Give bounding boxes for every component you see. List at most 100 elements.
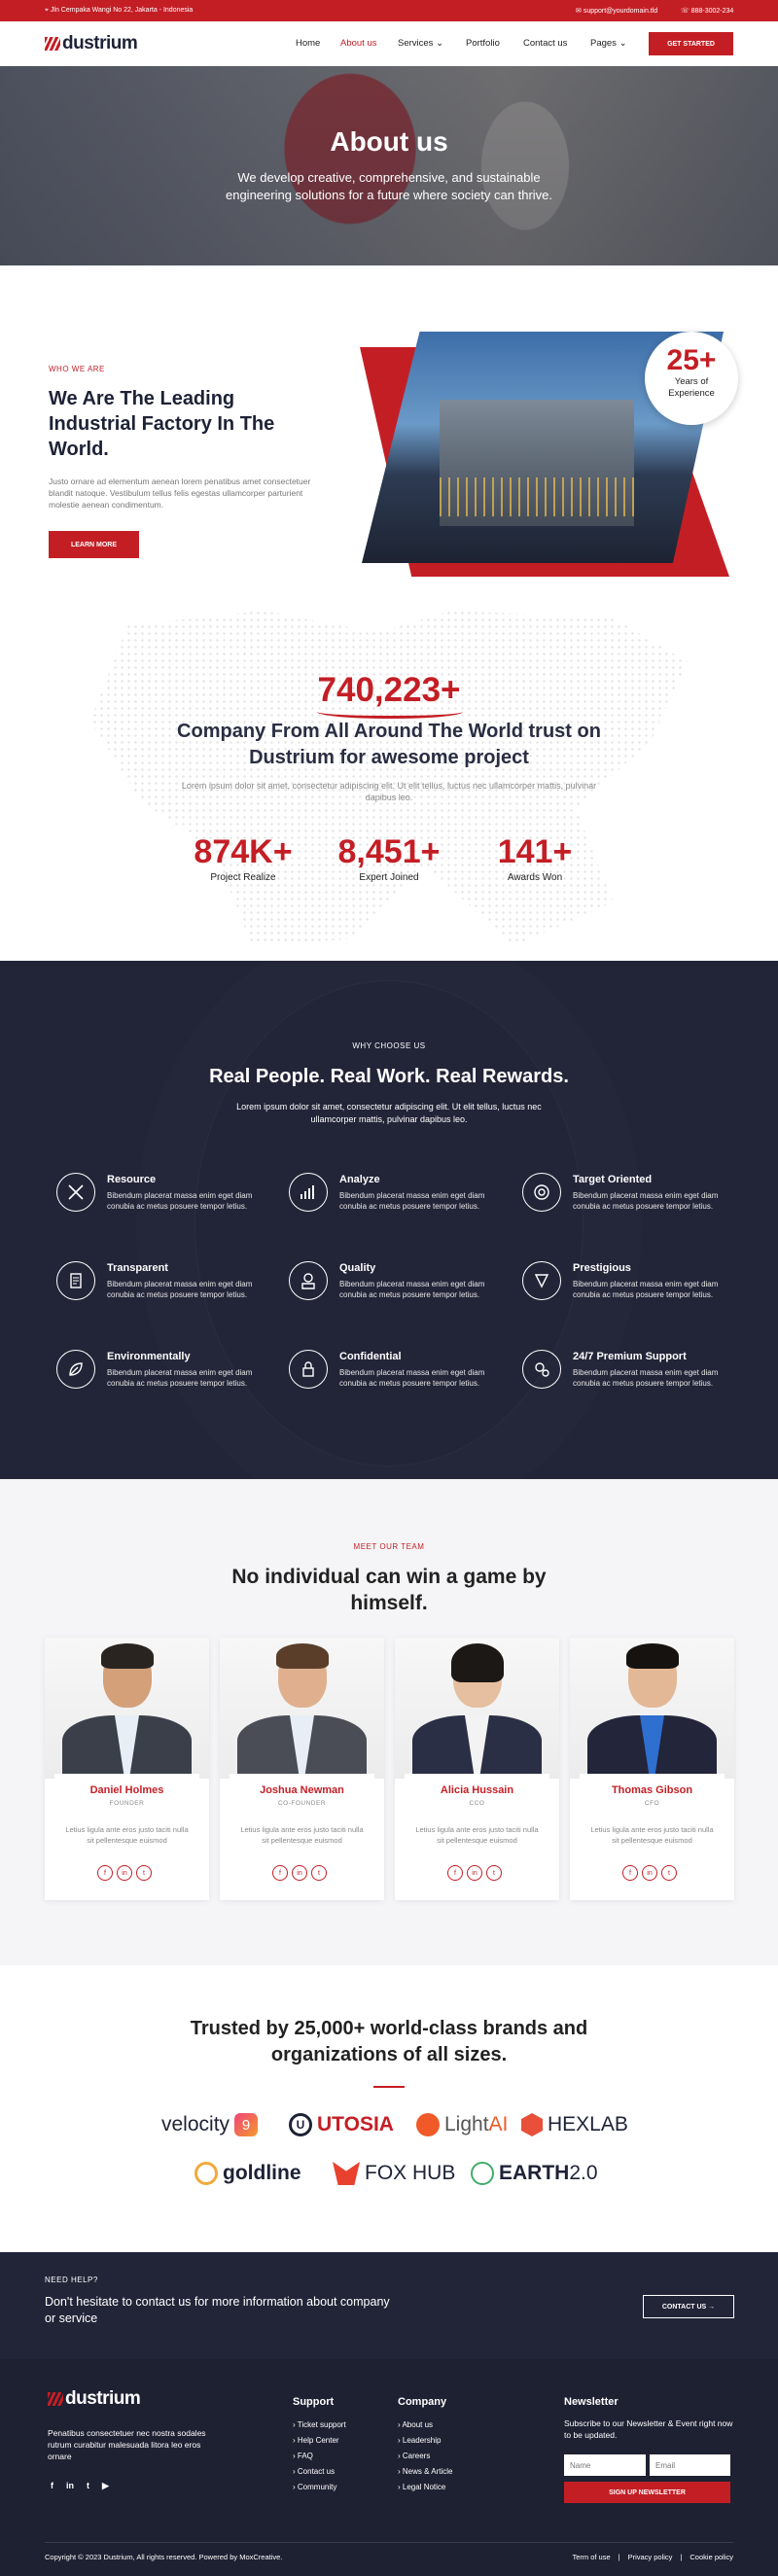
leaf-icon [56,1350,95,1389]
stat-experts: 8,451+ Expert Joined [337,833,441,883]
hero-subtitle: We develop creative, comprehensive, and … [225,170,553,202]
brands-title: Trusted by 25,000+ world-class brands an… [190,2018,588,2065]
member-name[interactable]: Joshua Newman [230,1784,374,1796]
world-map-dots [89,611,689,946]
linkedin-icon[interactable]: in [117,1865,132,1881]
nav-about[interactable]: About us [340,38,377,49]
newsletter-signup-button[interactable]: SIGN UP NEWSLETTER [564,2482,730,2503]
youtube-icon[interactable]: ▶ [102,2481,109,2491]
target-icon [522,1173,561,1212]
help-eyebrow: NEED HELP? [45,2276,98,2284]
get-started-button[interactable]: GET STARTED [649,32,733,55]
footer-link[interactable]: Help Center [293,2433,346,2449]
cookie-link[interactable]: Cookie policy [690,2553,733,2561]
footer-link[interactable]: News & Article [398,2464,453,2480]
team-photo [220,1638,384,1779]
separator: | [680,2553,683,2561]
footer-logo[interactable]: dustrium [48,2388,141,2410]
brand-logo-foxhub: FOX HUB [333,2162,455,2185]
brand-logo-lightai: LightAI [416,2113,508,2136]
learn-more-button[interactable]: LEARN MORE [49,531,139,558]
newsletter-email-input[interactable] [650,2454,730,2476]
facebook-icon[interactable]: f [447,1865,463,1881]
facebook-icon[interactable]: f [51,2481,53,2491]
newsletter-name-input[interactable] [564,2454,646,2476]
utosia-mark-icon: U [289,2113,312,2136]
facebook-icon[interactable]: f [622,1865,638,1881]
brands-section: Trusted by 25,000+ world-class brands an… [0,1965,778,2252]
twitter-icon[interactable]: t [486,1865,502,1881]
twitter-icon[interactable]: t [661,1865,677,1881]
footer-link[interactable]: Contact us [293,2464,346,2480]
about-body: Justo ornare ad elementum aenean lorem p… [49,476,311,510]
nav-services[interactable]: Services ⌄ [398,38,443,49]
facebook-icon[interactable]: f [97,1865,113,1881]
team-card: Joshua Newman CO-FOUNDER Letius ligula a… [220,1638,384,1900]
member-name[interactable]: Alicia Hussain [405,1784,549,1796]
feature-resource: Resource Bibendum placerat massa enim eg… [56,1173,261,1241]
nav-portfolio[interactable]: Portfolio [466,38,500,49]
footer-link[interactable]: Community [293,2480,346,2495]
nav-pages[interactable]: Pages ⌄ [590,38,627,49]
top-bar: ⌖ Jln Cempaka Wangi No 22, Jakarta - Ind… [0,0,778,21]
member-description: Letius ligula ante eros justo taciti nul… [590,1825,714,1845]
facebook-icon[interactable]: f [272,1865,288,1881]
linkedin-icon[interactable]: in [467,1865,482,1881]
stats-body: Lorem ipsum dolor sit amet, consectetur … [181,781,597,802]
footer-link[interactable]: Ticket support [293,2417,346,2433]
title-divider [373,2086,405,2088]
footer-link[interactable]: About us [398,2417,452,2433]
email-link[interactable]: ✉ support@yourdomain.tld [576,7,657,15]
experience-number: 25+ [666,344,717,376]
phone-link[interactable]: ☏ 888-3002-234 [681,7,733,15]
footer-newsletter: Newsletter Subscribe to our Newsletter &… [564,2396,734,2503]
tools-icon [56,1173,95,1212]
brand-logo-utosia: U UTOSIA [289,2113,394,2136]
chevron-down-icon: ⌄ [619,38,627,49]
privacy-link[interactable]: Privacy policy [628,2553,673,2561]
team-title: No individual can win a game by himself. [231,1566,547,1614]
legal-links: Term of use | Privacy policy | Cookie po… [572,2553,733,2561]
footer-link[interactable]: FAQ [293,2449,346,2464]
brand-logo-goldline: goldline [194,2162,301,2185]
experience-label: Years of Experience [668,376,715,399]
team-eyebrow: MEET OUR TEAM [353,1542,425,1551]
footer-company: Company About us Leadership Careers News… [398,2396,452,2495]
help-cta-section: NEED HELP? Don't hesitate to contact us … [0,2252,778,2359]
stats-section: 740,223+ Company From All Around The Wor… [0,596,778,961]
nav-contact[interactable]: Contact us [523,38,567,49]
stats-title: Company From All Around The World trust … [177,721,601,768]
globe-icon [471,2162,494,2185]
member-description: Letius ligula ante eros justo taciti nul… [65,1825,189,1845]
lock-icon [289,1350,328,1389]
hexagon-icon [521,2113,543,2136]
team-section: MEET OUR TEAM No individual can win a ga… [0,1479,778,1965]
contact-us-button[interactable]: CONTACT US → [643,2295,734,2318]
lightning-icon [416,2113,440,2136]
underline-swoosh [317,705,463,719]
linkedin-icon[interactable]: in [292,1865,307,1881]
footer-link[interactable]: Leadership [398,2433,452,2449]
team-photo [45,1638,209,1779]
support-heading: Support [293,2396,335,2408]
member-description: Letius ligula ante eros justo taciti nul… [415,1825,539,1845]
nav-home[interactable]: Home [296,38,320,49]
twitter-icon[interactable]: t [87,2481,89,2491]
experience-badge: 25+ Years of Experience [645,332,738,425]
footer-link[interactable]: Careers [398,2449,452,2464]
chart-icon [289,1173,328,1212]
member-name[interactable]: Thomas Gibson [580,1784,725,1796]
linkedin-icon[interactable]: in [66,2481,74,2491]
twitter-icon[interactable]: t [136,1865,152,1881]
stat-projects: 874K+ Project Realize [194,833,293,883]
twitter-icon[interactable]: t [311,1865,327,1881]
site-logo[interactable]: dustrium [45,33,138,54]
help-text: Don't hesitate to contact us for more in… [45,2295,390,2325]
terms-link[interactable]: Term of use [572,2553,610,2561]
member-name[interactable]: Daniel Holmes [54,1784,199,1796]
why-subtitle: Lorem ipsum dolor sit amet, consectetur … [236,1102,542,1124]
newsletter-heading: Newsletter [564,2396,619,2408]
footer-link[interactable]: Legal Notice [398,2480,452,2495]
linkedin-icon[interactable]: in [642,1865,657,1881]
team-card: Alicia Hussain CCO Letius ligula ante er… [395,1638,559,1900]
